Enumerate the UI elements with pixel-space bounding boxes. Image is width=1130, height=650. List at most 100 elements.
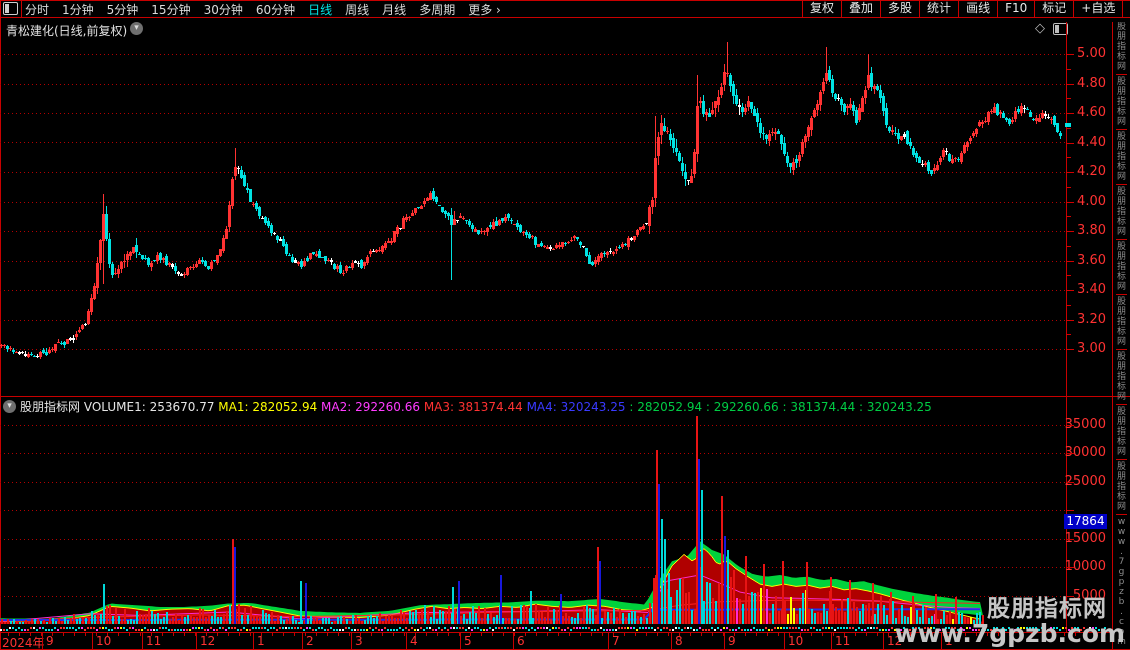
- strip-glyph: 指: [1116, 427, 1126, 437]
- strip-glyph: w: [1117, 517, 1126, 527]
- strip-glyph: 股: [1116, 77, 1126, 87]
- layout-panel-icon[interactable]: [3, 2, 18, 15]
- toolbar-button-+自选[interactable]: +自选: [1074, 0, 1124, 17]
- indicator-header-seg-0: 股朋指标网: [20, 400, 84, 413]
- strip-glyph: 网: [1116, 502, 1126, 512]
- strip-glyph: 朋: [1116, 142, 1126, 152]
- strip-glyph: 标: [1116, 492, 1126, 502]
- date-label-8: 4: [410, 634, 418, 648]
- strip-glyph: 网: [1116, 282, 1126, 292]
- period-tab-60分钟[interactable]: 60分钟: [256, 1, 295, 18]
- strip-glyph: 指: [1116, 262, 1126, 272]
- period-tab-周线[interactable]: 周线: [345, 1, 369, 18]
- strip-glyph: 朋: [1116, 472, 1126, 482]
- period-tab-30分钟[interactable]: 30分钟: [204, 1, 243, 18]
- toolbar-button-多股[interactable]: 多股: [881, 0, 921, 17]
- indicator-header-seg-1: VOLUME1: 253670.77: [83, 400, 219, 413]
- toolbar-button-叠加[interactable]: 叠加: [842, 0, 882, 17]
- toolbar-button-返回[interactable]: 返回: [1123, 0, 1130, 17]
- watermark-site-url: www.7gpzb.com: [894, 619, 1125, 648]
- period-tab-15分钟[interactable]: 15分钟: [151, 1, 190, 18]
- date-label-1: 9: [46, 634, 54, 648]
- last-price-tick: [1065, 122, 1071, 127]
- trading-app-window: 分时 1分钟 5分钟 15分钟 30分钟 60分钟 日线 周线 月线 多周期 更多 › 复权 叠加 多股…: [0, 0, 1130, 650]
- chevron-down-icon[interactable]: ▾: [130, 22, 143, 35]
- candlestick-chart[interactable]: [0, 40, 1065, 396]
- toolbar-button-画线[interactable]: 画线: [959, 0, 999, 17]
- top-toolbar: 分时 1分钟 5分钟 15分钟 30分钟 60分钟 日线 周线 月线 多周期 更多 › 复权 叠加 多股…: [0, 0, 1130, 18]
- indicator-chevron-icon[interactable]: ▾: [3, 400, 16, 413]
- strip-glyph: 标: [1116, 217, 1126, 227]
- strip-glyph: 指: [1116, 207, 1126, 217]
- date-label-5: 1: [257, 634, 265, 648]
- period-tab-5分钟[interactable]: 5分钟: [107, 1, 139, 18]
- period-tab-更多[interactable]: 更多 ›: [468, 1, 501, 18]
- date-label-4: 12: [200, 634, 216, 648]
- strip-glyph: 标: [1116, 162, 1126, 172]
- toolbar-button-标记[interactable]: 标记: [1035, 0, 1075, 17]
- period-tab-分时[interactable]: 分时: [25, 1, 49, 18]
- toolbar-buttons: 复权叠加多股统计画线F10标记+自选返回: [802, 0, 1130, 17]
- chart-title-bar: 青松建化(日线,前复权) ▾ ◇: [0, 18, 1130, 40]
- strip-glyph: p: [1118, 577, 1125, 587]
- strip-glyph: 标: [1116, 107, 1126, 117]
- date-label-15: 11: [835, 634, 851, 648]
- strip-glyph: b: [1118, 597, 1125, 607]
- strip-glyph: 标: [1116, 382, 1126, 392]
- period-tab-日线[interactable]: 日线: [308, 1, 332, 18]
- strip-glyph: 指: [1116, 42, 1126, 52]
- toolbar-button-复权[interactable]: 复权: [803, 0, 843, 17]
- strip-glyph: 指: [1116, 152, 1126, 162]
- strip-glyph: 标: [1116, 52, 1126, 62]
- date-label-10: 6: [517, 634, 525, 648]
- strip-glyph: 网: [1116, 227, 1126, 237]
- strip-glyph: g: [1118, 567, 1125, 577]
- date-label-3: 11: [146, 634, 162, 648]
- strip-glyph: 朋: [1116, 87, 1126, 97]
- strip-glyph: 股: [1116, 22, 1126, 32]
- watermark-site-name: 股朋指标网: [987, 596, 1107, 622]
- volume-indicator-header: 股朋指标网 VOLUME1: 253670.77 MA1: 282052.94 …: [20, 398, 1080, 413]
- strip-glyph: 指: [1116, 317, 1126, 327]
- date-label-11: 7: [612, 634, 620, 648]
- toolbar-button-F10[interactable]: F10: [998, 0, 1036, 17]
- volume-axis-marker: 17864: [1064, 514, 1107, 530]
- strip-glyph: 股: [1116, 242, 1126, 252]
- volume-indicator-chart[interactable]: [0, 414, 1065, 632]
- strip-glyph: .: [1120, 547, 1123, 557]
- period-tabs: 分时 1分钟 5分钟 15分钟 30分钟 60分钟 日线 周线 月线 多周期 更多 ›: [25, 1, 501, 18]
- diamond-icon[interactable]: ◇: [1035, 21, 1045, 36]
- indicator-header-seg-4: MA3: 381374.44: [423, 400, 527, 413]
- date-label-12: 8: [675, 634, 683, 648]
- right-watermark-strip: 股朋指标网股朋指标网股朋指标网股朋指标网股朋指标网股朋指标网股朋指标网股朋指标网…: [1112, 22, 1130, 650]
- strip-glyph: 朋: [1116, 362, 1126, 372]
- strip-glyph: 网: [1116, 117, 1126, 127]
- strip-glyph: 指: [1116, 482, 1126, 492]
- date-label-2: 10: [96, 634, 112, 648]
- indicator-header-seg-5: MA4: 320243.25: [526, 400, 630, 413]
- period-tab-月线[interactable]: 月线: [382, 1, 406, 18]
- indicator-header-seg-3: MA2: 292260.66: [321, 400, 424, 413]
- date-label-0: 2024年: [2, 636, 45, 650]
- strip-glyph: 股: [1116, 297, 1126, 307]
- strip-glyph: 指: [1116, 97, 1126, 107]
- strip-glyph: 网: [1116, 172, 1126, 182]
- period-tab-多周期[interactable]: 多周期: [419, 1, 455, 18]
- strip-glyph: 网: [1116, 337, 1126, 347]
- strip-glyph: 网: [1116, 62, 1126, 72]
- strip-glyph: 朋: [1116, 252, 1126, 262]
- indicator-header-seg-6: : 282052.94 : 292260.66 : 381374.44 : 32…: [629, 400, 932, 413]
- period-tab-1分钟[interactable]: 1分钟: [62, 1, 94, 18]
- date-label-6: 2: [306, 634, 314, 648]
- strip-glyph: .: [1120, 607, 1123, 617]
- strip-glyph: 朋: [1116, 307, 1126, 317]
- indicator-header-seg-2: MA1: 282052.94: [218, 400, 322, 413]
- strip-glyph: 7: [1118, 557, 1125, 567]
- strip-glyph: 标: [1116, 272, 1126, 282]
- strip-glyph: 朋: [1116, 197, 1126, 207]
- window-top-border: [0, 0, 1130, 1]
- strip-glyph: 标: [1116, 327, 1126, 337]
- toolbar-button-统计[interactable]: 统计: [920, 0, 960, 17]
- strip-glyph: w: [1117, 527, 1126, 537]
- chart-title: 青松建化(日线,前复权): [6, 24, 128, 38]
